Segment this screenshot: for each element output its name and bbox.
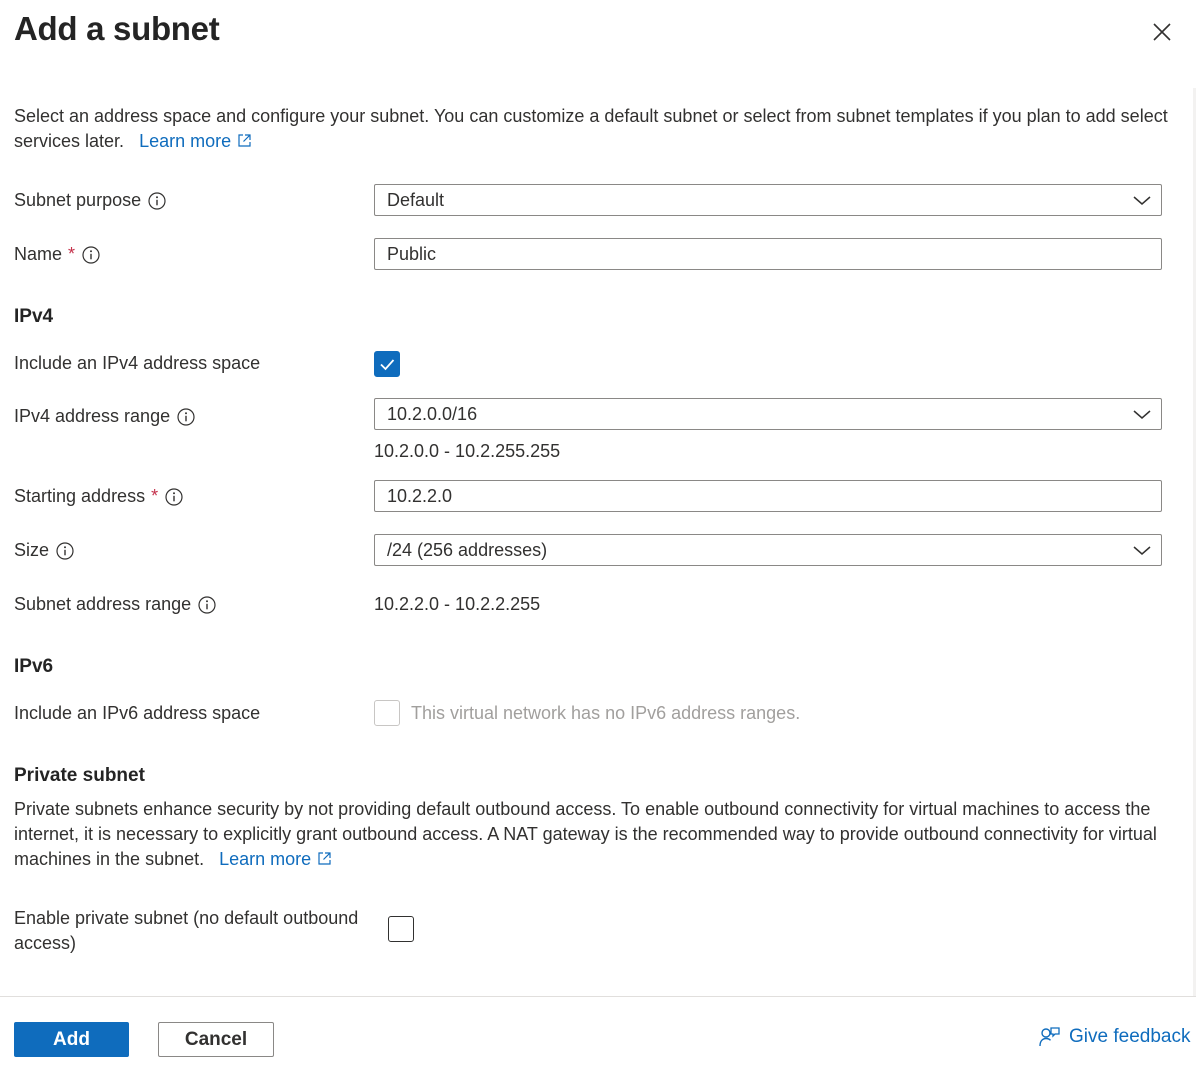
private-learn-more-label: Learn more bbox=[219, 849, 312, 869]
give-feedback-link[interactable]: Give feedback bbox=[1038, 1026, 1190, 1048]
chevron-down-icon bbox=[1133, 410, 1151, 419]
add-button[interactable]: Add bbox=[14, 1022, 129, 1057]
private-learn-more-link[interactable]: Learn more bbox=[219, 849, 332, 869]
private-subnet-description: Private subnets enhance security by not … bbox=[14, 797, 1174, 872]
name-value: Public bbox=[387, 243, 437, 264]
chevron-down-icon bbox=[1133, 196, 1151, 205]
info-icon[interactable] bbox=[56, 541, 74, 560]
footer-divider bbox=[0, 996, 1196, 997]
give-feedback-label: Give feedback bbox=[1069, 1026, 1191, 1047]
chevron-down-icon bbox=[1133, 546, 1151, 555]
info-icon[interactable] bbox=[165, 487, 183, 506]
include-ipv6-checkbox bbox=[374, 700, 400, 726]
starting-address-input[interactable]: 10.2.2.0 bbox=[374, 480, 1162, 512]
include-ipv4-label: Include an IPv4 address space bbox=[14, 353, 260, 374]
required-asterisk: * bbox=[151, 486, 159, 506]
private-subnet-text: Private subnets enhance security by not … bbox=[14, 799, 1157, 869]
external-link-icon bbox=[238, 134, 251, 147]
size-label: Size bbox=[14, 540, 74, 561]
ipv6-disabled-note: This virtual network has no IPv6 address… bbox=[411, 703, 801, 723]
include-ipv4-checkbox[interactable] bbox=[374, 351, 400, 377]
name-text: Name bbox=[14, 244, 63, 264]
close-button[interactable] bbox=[1148, 18, 1176, 46]
ipv4-heading: IPv4 bbox=[14, 306, 54, 327]
panel-title: Add a subnet bbox=[14, 10, 220, 47]
ipv6-heading: IPv6 bbox=[14, 656, 54, 677]
enable-private-subnet-label: Enable private subnet (no default outbou… bbox=[14, 908, 359, 953]
panel-description: Select an address space and configure yo… bbox=[14, 104, 1174, 154]
subnet-purpose-dropdown[interactable]: Default bbox=[374, 184, 1162, 216]
ipv4-range-value: 10.2.0.0/16 bbox=[387, 403, 478, 424]
size-dropdown[interactable]: /24 (256 addresses) bbox=[374, 534, 1162, 566]
subnet-purpose-text: Subnet purpose bbox=[14, 190, 142, 210]
name-input[interactable]: Public bbox=[374, 238, 1162, 270]
name-label: Name * bbox=[14, 244, 100, 265]
feedback-person-icon bbox=[1039, 1027, 1060, 1047]
ipv4-range-dropdown[interactable]: 10.2.0.0/16 bbox=[374, 398, 1162, 430]
include-ipv6-label: Include an IPv6 address space bbox=[14, 703, 260, 724]
info-icon[interactable] bbox=[198, 595, 216, 614]
subnet-address-range-text: Subnet address range bbox=[14, 594, 192, 614]
info-icon[interactable] bbox=[82, 245, 100, 264]
size-value: /24 (256 addresses) bbox=[387, 539, 548, 560]
subnet-address-range-value: 10.2.2.0 - 10.2.2.255 bbox=[374, 594, 541, 614]
starting-address-label: Starting address * bbox=[14, 486, 183, 507]
close-icon bbox=[1153, 23, 1171, 41]
subnet-address-range-label: Subnet address range bbox=[14, 594, 216, 615]
subnet-purpose-label: Subnet purpose bbox=[14, 190, 166, 211]
info-icon[interactable] bbox=[177, 407, 195, 426]
starting-address-text: Starting address bbox=[14, 486, 146, 506]
checkmark-icon bbox=[380, 359, 395, 371]
private-subnet-heading: Private subnet bbox=[14, 765, 145, 786]
enable-private-subnet-checkbox[interactable] bbox=[388, 916, 414, 942]
info-icon[interactable] bbox=[148, 191, 166, 210]
starting-address-value: 10.2.2.0 bbox=[387, 485, 453, 506]
learn-more-label: Learn more bbox=[139, 131, 232, 151]
learn-more-link[interactable]: Learn more bbox=[139, 131, 252, 151]
size-text: Size bbox=[14, 540, 50, 560]
external-link-icon bbox=[318, 852, 331, 865]
include-ipv4-text: Include an IPv4 address space bbox=[14, 353, 261, 373]
include-ipv6-text: Include an IPv6 address space bbox=[14, 703, 261, 723]
ipv4-range-label: IPv4 address range bbox=[14, 406, 195, 427]
required-asterisk: * bbox=[68, 244, 76, 264]
subnet-purpose-value: Default bbox=[387, 189, 445, 210]
cancel-button[interactable]: Cancel bbox=[158, 1022, 274, 1057]
ipv4-range-text: IPv4 address range bbox=[14, 406, 171, 426]
ipv4-range-span: 10.2.0.0 - 10.2.255.255 bbox=[374, 441, 561, 461]
